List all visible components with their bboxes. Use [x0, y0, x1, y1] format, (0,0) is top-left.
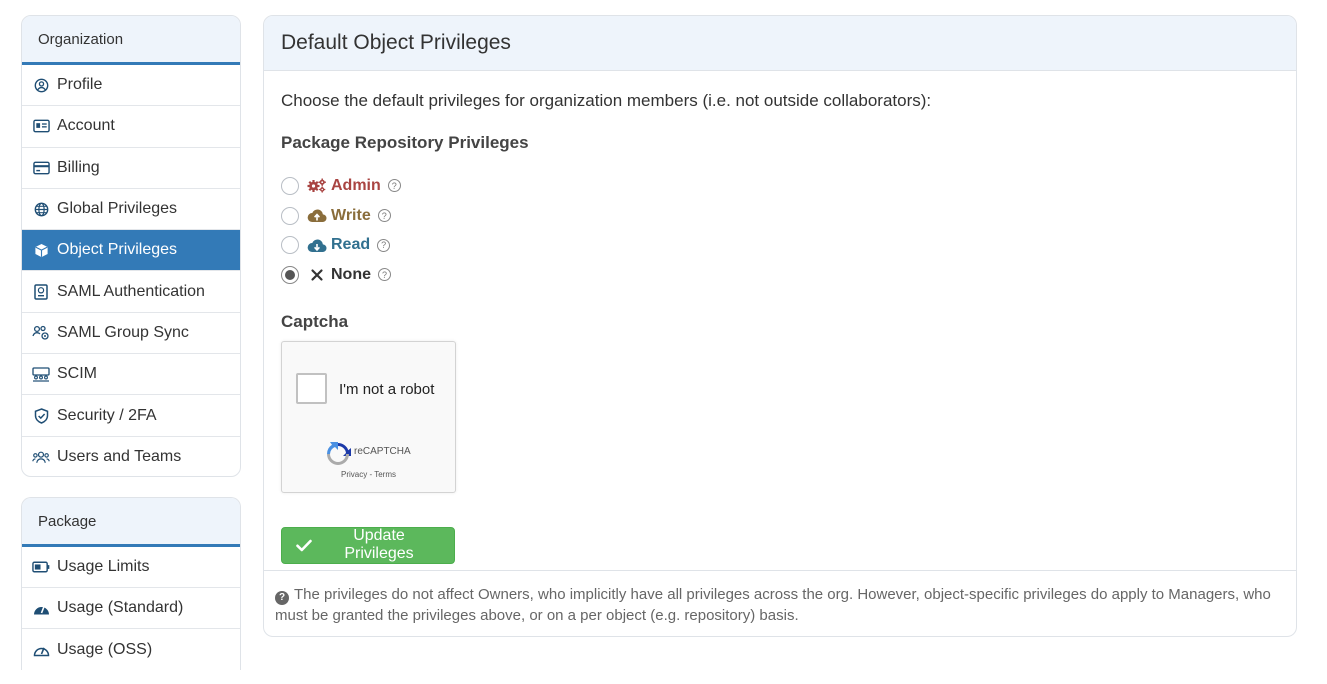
package-repository-privileges-title: Package Repository Privileges [281, 133, 529, 152]
privilege-option-none[interactable]: None ? [281, 260, 1279, 290]
cloud-upload-icon [307, 207, 327, 225]
shield-check-icon [32, 407, 50, 425]
privilege-label-read: Read [331, 236, 371, 254]
check-icon [296, 539, 312, 552]
privileges-form: Choose the default privileges for organi… [264, 71, 1296, 571]
update-privileges-button[interactable]: Update Privileges [281, 526, 455, 564]
sidebar-item-label: SAML Group Sync [57, 323, 189, 341]
cogs-icon [307, 177, 327, 195]
id-card-icon [32, 117, 50, 135]
sidebar-item-label: Users and Teams [57, 448, 182, 466]
passport-icon [32, 283, 50, 301]
package-panel: Package Usage Limits Usage (Standard) Us… [21, 497, 241, 670]
help-icon[interactable]: ? [378, 268, 391, 282]
help-icon[interactable]: ? [387, 179, 401, 193]
sidebar-item-label: Global Privileges [57, 200, 178, 218]
privilege-radio-group: Admin ? Write ? Read ? None ? [281, 171, 1279, 290]
read-radio[interactable] [281, 236, 299, 255]
sidebar-item-global-privileges[interactable]: Global Privileges [22, 189, 240, 231]
globe-icon [32, 200, 50, 218]
privilege-label-write: Write [331, 206, 371, 224]
none-radio[interactable] [281, 265, 299, 284]
sidebar-item-label: Usage Limits [57, 558, 150, 575]
sidebar-item-billing[interactable]: Billing [22, 148, 240, 189]
sidebar-item-label: SCIM [57, 365, 97, 383]
question-circle-icon: ? [275, 590, 289, 605]
privilege-option-write[interactable]: Write ? [281, 201, 1279, 231]
admin-radio[interactable] [281, 176, 299, 195]
sidebar-item-label: Security / 2FA [57, 406, 157, 424]
sidebar-item-label: Billing [57, 158, 100, 176]
privilege-label-admin: Admin [331, 176, 381, 194]
recaptcha-privacy-link[interactable]: Privacy [341, 470, 367, 479]
update-privileges-label: Update Privileges [344, 527, 414, 563]
sidebar-item-scim[interactable]: SCIM [22, 354, 240, 396]
user-circle-icon [32, 76, 50, 94]
sidebar-item-label: Account [57, 117, 115, 135]
privilege-label-none: None [331, 265, 371, 283]
captcha-title: Captcha [281, 311, 349, 331]
credit-card-icon [32, 159, 50, 177]
recaptcha-brand: reCAPTCHA [354, 445, 411, 457]
footer-note-text: The privileges do not affect Owners, who… [275, 586, 1271, 624]
privilege-option-read[interactable]: Read ? [281, 230, 1279, 260]
times-icon [307, 266, 327, 284]
battery-icon [32, 558, 50, 576]
sidebar-item-security-2fa[interactable]: Security / 2FA [22, 395, 240, 437]
sidebar-item-profile[interactable]: Profile [22, 65, 240, 107]
sidebar-item-label: Profile [57, 76, 103, 94]
sidebar-item-usage-limits[interactable]: Usage Limits [22, 547, 240, 588]
sidebar-item-saml-group-sync[interactable]: SAML Group Sync [22, 313, 240, 355]
network-users-icon [32, 365, 50, 383]
sidebar-item-object-privileges[interactable]: Object Privileges [22, 230, 240, 272]
organization-panel: Organization Profile Account Billing Glo… [21, 15, 241, 477]
cloud-download-icon [307, 236, 327, 254]
recaptcha-label: I'm not a robot [339, 380, 435, 398]
help-icon[interactable]: ? [377, 209, 391, 223]
privilege-option-admin[interactable]: Admin ? [281, 171, 1279, 201]
sidebar-item-label: SAML Authentication [57, 282, 205, 300]
sidebar-item-usage-standard[interactable]: Usage (Standard) [22, 588, 240, 629]
sidebar-item-usage-oss[interactable]: Usage (OSS) [22, 629, 240, 670]
sidebar-item-users-and-teams[interactable]: Users and Teams [22, 437, 240, 476]
page-title: Default Object Privileges [264, 16, 1296, 71]
help-icon[interactable]: ? [377, 238, 391, 252]
users-icon [32, 448, 50, 466]
recaptcha-links: Privacy - Terms [282, 470, 455, 479]
sidebar-item-label: Object Privileges [57, 241, 178, 259]
recaptcha-terms-link[interactable]: Terms [374, 470, 396, 479]
gauge-outline-icon [32, 641, 50, 659]
cube-icon [32, 241, 50, 259]
sidebar-item-saml-authentication[interactable]: SAML Authentication [22, 271, 240, 313]
gauge-icon [32, 599, 50, 617]
default-object-privileges-card: Default Object Privileges Choose the def… [263, 15, 1297, 637]
package-panel-title: Package [22, 498, 240, 547]
organization-panel-title: Organization [22, 16, 240, 65]
recaptcha-widget: I'm not a robot reCAPTCHA Privacy - Term… [281, 340, 456, 493]
intro-text: Choose the default privileges for organi… [281, 91, 932, 110]
sidebar-item-label: Usage (OSS) [57, 640, 153, 658]
privileges-footer-note: ? The privileges do not affect Owners, wh… [264, 571, 1296, 636]
sidebar-item-label: Usage (Standard) [57, 599, 184, 616]
sidebar-item-account[interactable]: Account [22, 106, 240, 148]
users-cog-icon [32, 324, 50, 342]
write-radio[interactable] [281, 206, 299, 225]
recaptcha-checkbox[interactable] [296, 372, 327, 404]
recaptcha-logo-icon [324, 440, 352, 468]
